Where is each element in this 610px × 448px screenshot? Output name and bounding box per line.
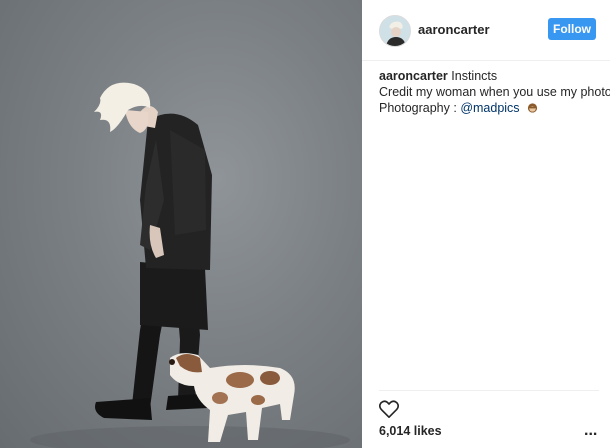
caption-line-3: Photography : @madpics	[379, 100, 605, 116]
post-caption: aaroncarter Instincts Credit my woman wh…	[379, 68, 610, 116]
post-header: aaroncarter Follow	[362, 0, 610, 61]
avatar-image	[380, 16, 410, 46]
post-side-panel: aaroncarter Follow aaroncarter Instincts…	[362, 0, 610, 448]
more-options-button[interactable]: ...	[584, 422, 597, 440]
username-link[interactable]: aaroncarter	[418, 22, 490, 37]
follow-button[interactable]: Follow	[548, 18, 596, 40]
likes-count[interactable]: 6,014 likes	[379, 424, 442, 438]
actions-divider	[379, 390, 599, 391]
caption-author-link[interactable]: aaroncarter	[379, 69, 448, 83]
caption-line-1: aaroncarter Instincts	[379, 68, 605, 84]
caption-line-2: Credit my woman when you use my photos	[379, 85, 610, 99]
caption-photography-label: Photography :	[379, 101, 461, 115]
monkey-emoji-icon	[527, 103, 538, 113]
post-photo[interactable]	[0, 0, 362, 448]
avatar[interactable]	[379, 15, 411, 47]
photo-illustration	[30, 82, 350, 448]
mention-link[interactable]: @madpics	[460, 101, 519, 115]
heart-icon[interactable]	[378, 399, 400, 419]
caption-title: Instincts	[451, 69, 498, 83]
